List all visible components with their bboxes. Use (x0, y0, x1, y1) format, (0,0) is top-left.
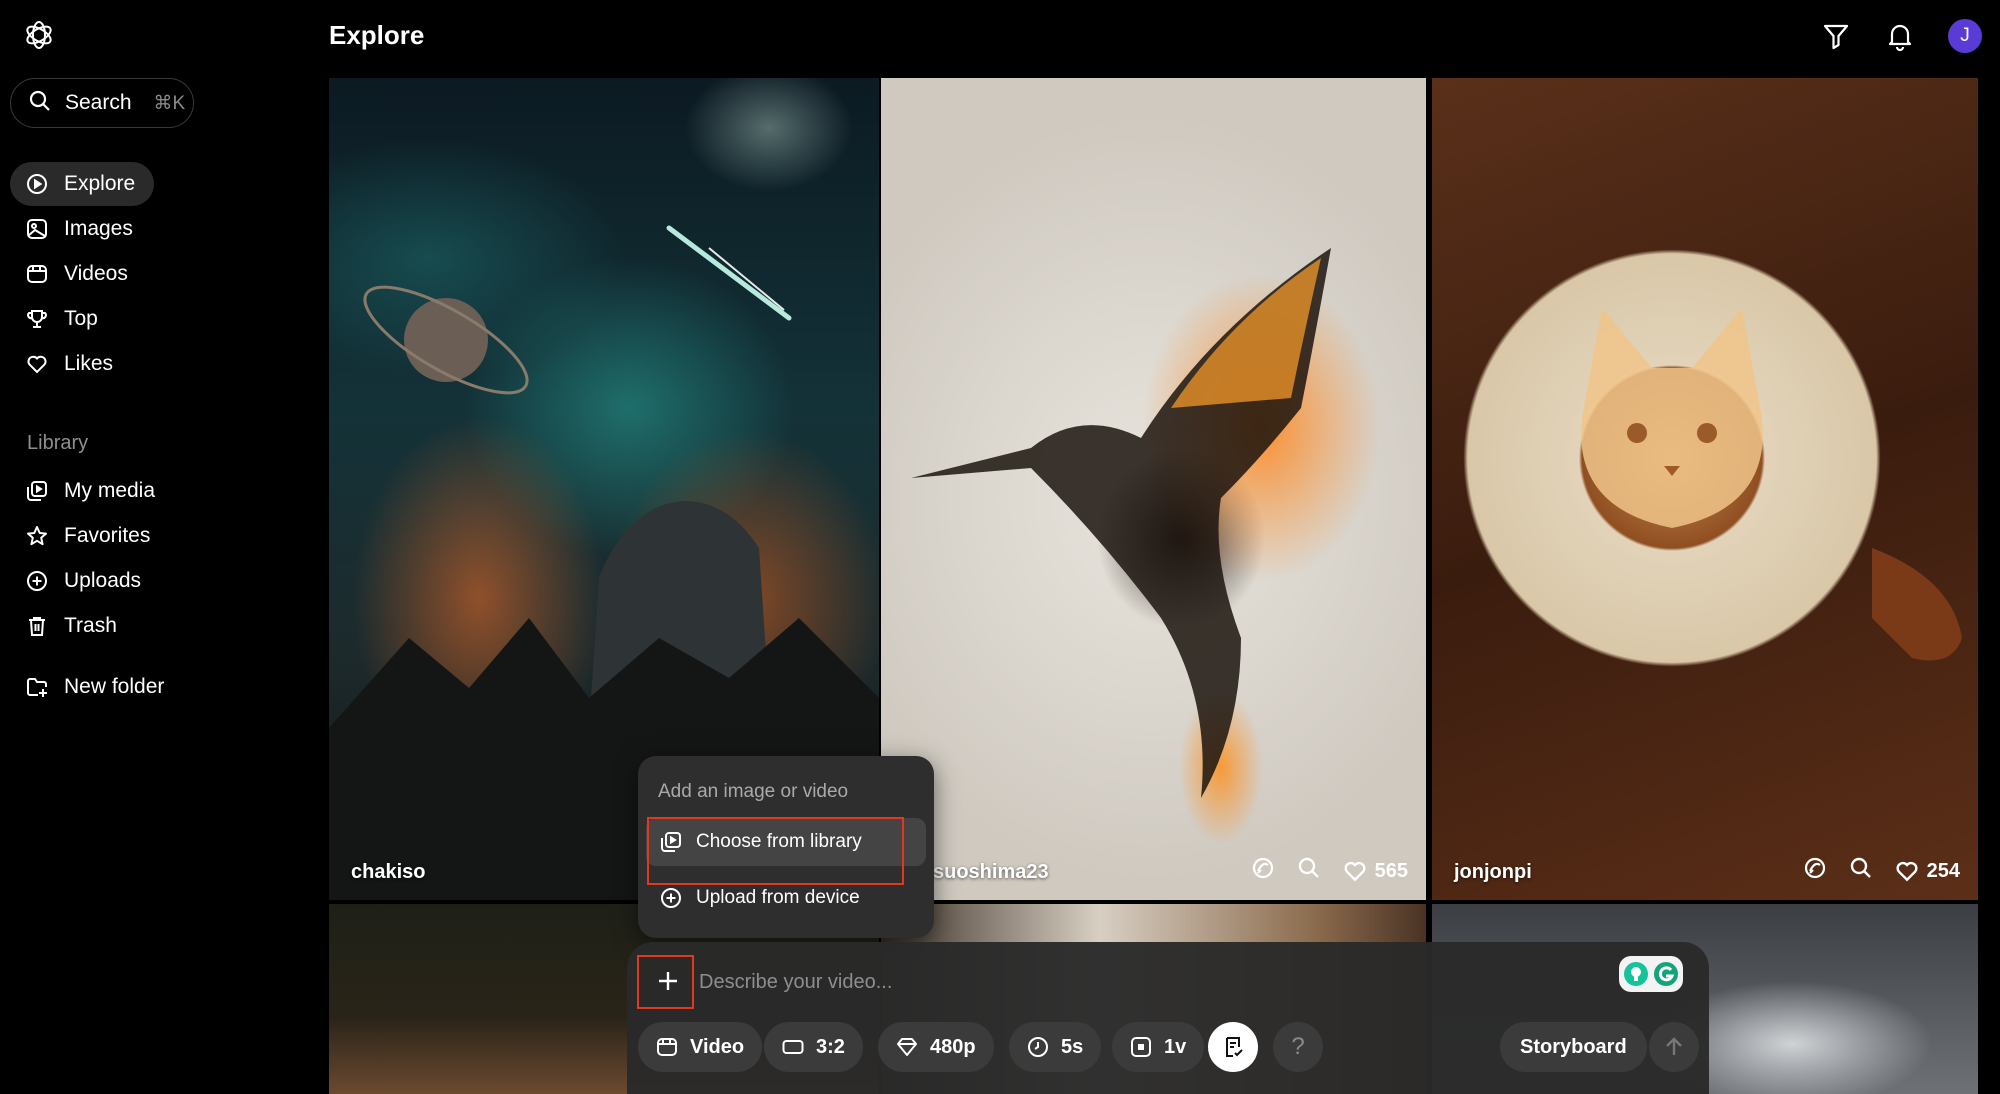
page-title: Explore (329, 20, 425, 50)
nav-item-label: Top (64, 307, 98, 330)
variations-label: 1v (1164, 1035, 1187, 1058)
tile-meta: 565 (1251, 856, 1408, 886)
plus-circle-icon (660, 887, 682, 909)
variations-selector[interactable]: 1v (1112, 1022, 1205, 1072)
storyboard-label: Storyboard (1520, 1035, 1627, 1058)
tile-meta: 254 (1803, 856, 1960, 886)
nav-item-top[interactable]: Top (10, 297, 98, 341)
film-icon (26, 263, 48, 285)
nav-item-label: Images (64, 217, 133, 240)
aspect-label: 3:2 (816, 1035, 845, 1058)
diamond-icon (896, 1036, 918, 1058)
heart-icon (1344, 861, 1366, 882)
upload-from-device-item[interactable]: Upload from device (646, 874, 926, 922)
video-composer: Video 3:2 480p 5s 1v ? Storyboard (627, 942, 1709, 1094)
library-item-label: Uploads (64, 569, 142, 592)
search-shortcut: ⌘K (153, 92, 186, 114)
remix-icon[interactable] (1803, 856, 1827, 886)
submit-button[interactable] (1649, 1022, 1699, 1072)
media-icon (26, 480, 48, 502)
plus-icon (659, 972, 677, 990)
plus-circle-icon (26, 570, 48, 592)
nav-item-explore[interactable]: Explore (10, 162, 154, 206)
nav-item-label: Explore (64, 172, 136, 195)
openai-logo-icon[interactable] (22, 18, 56, 52)
avatar-initial: J (1960, 25, 1970, 46)
fire-bird-image (911, 248, 1331, 798)
search-label: Search (65, 91, 132, 114)
explore-tile[interactable]: suoshima23 565 (881, 78, 1426, 900)
like-button[interactable]: 254 (1895, 859, 1960, 883)
nav-item-videos[interactable]: Videos (10, 252, 128, 296)
search-icon (29, 90, 51, 117)
nav-item-label: Likes (64, 352, 114, 375)
like-count: 254 (1926, 859, 1960, 882)
tile-author[interactable]: suoshima23 (933, 861, 1049, 884)
clock-icon (1027, 1036, 1049, 1058)
help-button[interactable]: ? (1273, 1022, 1323, 1072)
aspect-ratio-icon (782, 1036, 804, 1058)
menu-heading: Add an image or video (658, 781, 849, 802)
arrow-up-icon (1666, 1037, 1682, 1055)
nav-item-likes[interactable]: Likes (10, 342, 113, 386)
remix-icon[interactable] (1251, 856, 1275, 886)
nav-item-label: Videos (64, 262, 128, 285)
nav-item-images[interactable]: Images (10, 207, 133, 251)
library-item-label: Favorites (64, 524, 151, 547)
image-icon (26, 218, 48, 240)
library-icon (660, 831, 682, 853)
like-count: 565 (1374, 859, 1408, 882)
help-label: ? (1291, 1033, 1305, 1060)
duration-label: 5s (1061, 1035, 1084, 1058)
resolution-selector[interactable]: 480p (878, 1022, 994, 1072)
sidebar: Search ⌘K Explore Images Videos Top Like… (0, 0, 320, 1094)
latte-art-image (1581, 308, 1962, 661)
aspect-ratio-selector[interactable]: 3:2 (764, 1022, 863, 1072)
type-selector[interactable]: Video (638, 1022, 763, 1072)
folder-plus-icon (26, 676, 48, 698)
presets-icon (1226, 1037, 1243, 1057)
play-circle-icon (26, 173, 48, 195)
bell-icon[interactable] (1882, 18, 1918, 54)
menu-item-label: Upload from device (696, 887, 860, 908)
avatar[interactable]: J (1948, 19, 1982, 53)
add-media-button[interactable] (643, 956, 693, 1006)
library-section-label: Library (27, 432, 89, 454)
filter-icon[interactable] (1818, 18, 1854, 54)
duration-selector[interactable]: 5s (1009, 1022, 1102, 1072)
storyboard-button[interactable]: Storyboard (1500, 1022, 1647, 1072)
library-item-favorites[interactable]: Favorites (10, 514, 150, 558)
search-button[interactable]: Search ⌘K (10, 78, 194, 128)
prompt-input[interactable] (699, 964, 1539, 1000)
variations-icon (1130, 1036, 1152, 1058)
type-label: Video (690, 1035, 745, 1058)
new-folder-label: New folder (64, 675, 165, 698)
star-icon (26, 525, 48, 547)
tile-author[interactable]: chakiso (351, 861, 425, 884)
library-item-trash[interactable]: Trash (10, 604, 117, 648)
trash-icon (26, 615, 48, 637)
library-item-my-media[interactable]: My media (10, 469, 155, 513)
search-icon[interactable] (1297, 856, 1321, 886)
library-item-label: My media (64, 479, 156, 502)
library-item-label: Trash (64, 614, 117, 637)
search-icon[interactable] (1849, 856, 1873, 886)
film-icon (656, 1036, 678, 1058)
presets-button[interactable] (1208, 1022, 1258, 1072)
choose-from-library-item[interactable]: Choose from library (646, 818, 926, 866)
explore-tile[interactable]: jonjonpi 254 (1432, 78, 1978, 900)
menu-item-label: Choose from library (696, 831, 862, 852)
heart-icon (1896, 861, 1918, 882)
new-folder-button[interactable]: New folder (10, 665, 164, 709)
heart-icon (26, 353, 48, 375)
resolution-label: 480p (930, 1035, 976, 1058)
like-button[interactable]: 565 (1343, 859, 1408, 883)
library-item-uploads[interactable]: Uploads (10, 559, 141, 603)
trophy-icon (26, 308, 48, 330)
grammarly-icon[interactable] (1619, 956, 1683, 992)
add-media-menu: Add an image or video Choose from librar… (638, 756, 934, 938)
tile-author[interactable]: jonjonpi (1454, 861, 1532, 884)
